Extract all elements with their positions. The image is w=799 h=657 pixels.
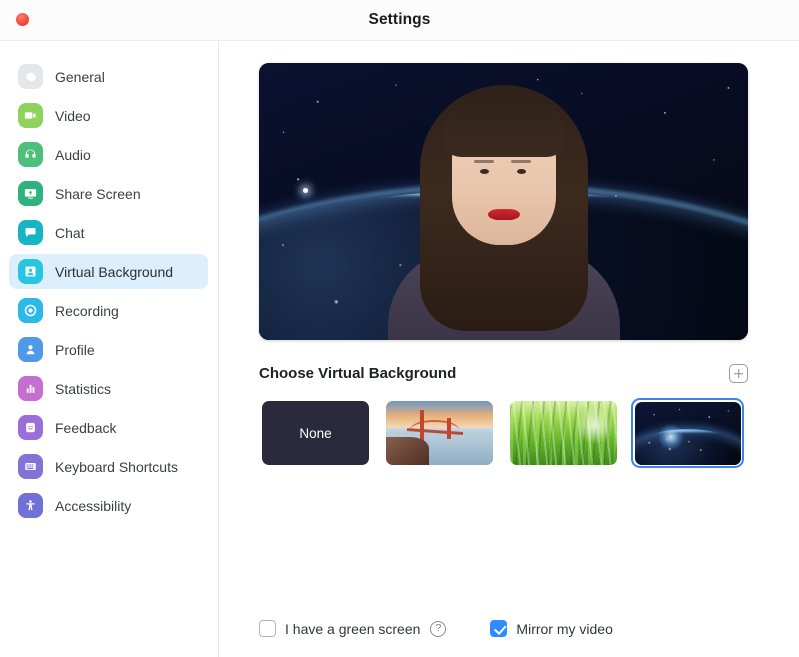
window-title-bar: Settings bbox=[0, 0, 799, 40]
eye-right bbox=[517, 169, 526, 174]
sidebar-item-share-screen[interactable]: Share Screen bbox=[9, 176, 208, 211]
hair-front bbox=[441, 99, 566, 157]
thumbnail-earth-globe bbox=[634, 429, 741, 465]
bar-chart-icon bbox=[18, 376, 43, 401]
sidebar-item-keyboard-shortcuts[interactable]: Keyboard Shortcuts bbox=[9, 449, 208, 484]
page-title: Settings bbox=[368, 11, 431, 28]
accessibility-icon bbox=[18, 493, 43, 518]
eye-left bbox=[480, 169, 489, 174]
mirror-video-checkbox[interactable] bbox=[490, 620, 508, 637]
green-screen-label: I have a green screen bbox=[285, 620, 421, 637]
thumbnail-label: None bbox=[299, 425, 332, 441]
background-option-grass[interactable] bbox=[507, 398, 620, 468]
background-option-none[interactable]: None bbox=[259, 398, 372, 468]
share-screen-icon bbox=[18, 181, 43, 206]
sidebar-item-label: Profile bbox=[55, 341, 95, 358]
sidebar-item-virtual-background[interactable]: Virtual Background bbox=[9, 254, 208, 289]
sidebar-item-label: Share Screen bbox=[55, 185, 141, 202]
add-background-button[interactable] bbox=[729, 364, 748, 383]
choose-background-header: Choose Virtual Background bbox=[259, 364, 748, 383]
sidebar-item-label: Accessibility bbox=[55, 497, 132, 514]
background-thumbnail-list: None bbox=[259, 398, 756, 468]
virtual-background-panel: Choose Virtual Background None I have a … bbox=[219, 40, 799, 657]
sidebar-item-label: Audio bbox=[55, 146, 91, 163]
help-icon[interactable]: ? bbox=[430, 620, 447, 637]
sidebar-item-video[interactable]: Video bbox=[9, 98, 208, 133]
thumbnail-golden-gate-bridge bbox=[386, 401, 493, 465]
sidebar-item-audio[interactable]: Audio bbox=[9, 137, 208, 172]
background-options-row: I have a green screen ? Mirror my video bbox=[259, 620, 613, 637]
sidebar-item-accessibility[interactable]: Accessibility bbox=[9, 488, 208, 523]
background-option-earth[interactable] bbox=[631, 398, 744, 468]
smiley-face-icon bbox=[18, 415, 43, 440]
sidebar-item-label: Feedback bbox=[55, 419, 117, 436]
sidebar-item-general[interactable]: General bbox=[9, 59, 208, 94]
bridge-cliff bbox=[386, 436, 429, 465]
settings-shell: General Video Audio Share Screen Chat Vi… bbox=[0, 40, 799, 657]
sidebar-item-recording[interactable]: Recording bbox=[9, 293, 208, 328]
bridge-tower bbox=[446, 417, 451, 440]
record-circle-icon bbox=[18, 298, 43, 323]
grass-sun-glow bbox=[576, 406, 613, 445]
mirror-video-option[interactable]: Mirror my video bbox=[490, 620, 613, 637]
eyebrow-left bbox=[474, 160, 494, 163]
virtual-background-icon bbox=[18, 259, 43, 284]
close-button[interactable] bbox=[16, 13, 29, 26]
sidebar-item-profile[interactable]: Profile bbox=[9, 332, 208, 367]
thumbnail-grass bbox=[510, 401, 617, 465]
background-option-bridge[interactable] bbox=[383, 398, 496, 468]
sidebar-item-statistics[interactable]: Statistics bbox=[9, 371, 208, 406]
person-avatar bbox=[259, 63, 748, 340]
lips bbox=[487, 209, 520, 220]
sidebar-item-label: Recording bbox=[55, 302, 119, 319]
sidebar-item-label: Virtual Background bbox=[55, 263, 174, 280]
section-title: Choose Virtual Background bbox=[259, 365, 457, 382]
sidebar-item-label: Video bbox=[55, 107, 91, 124]
sidebar-item-label: Statistics bbox=[55, 380, 112, 397]
thumbnail-none: None bbox=[262, 401, 369, 465]
sidebar-item-chat[interactable]: Chat bbox=[9, 215, 208, 250]
video-camera-icon bbox=[18, 103, 43, 128]
green-screen-checkbox[interactable] bbox=[259, 620, 276, 637]
sidebar-item-label: Chat bbox=[55, 224, 85, 241]
video-preview[interactable] bbox=[259, 63, 748, 340]
sidebar-item-feedback[interactable]: Feedback bbox=[9, 410, 208, 445]
mirror-video-label: Mirror my video bbox=[516, 620, 613, 637]
thumbnail-earth-from-space bbox=[634, 401, 741, 465]
person-icon bbox=[18, 337, 43, 362]
thumbnail-sun-flare bbox=[657, 424, 684, 451]
eyebrow-right bbox=[511, 160, 531, 163]
settings-sidebar: General Video Audio Share Screen Chat Vi… bbox=[0, 40, 219, 657]
sidebar-item-label: Keyboard Shortcuts bbox=[55, 458, 178, 475]
green-screen-option[interactable]: I have a green screen ? bbox=[259, 620, 447, 637]
chat-bubble-icon bbox=[18, 220, 43, 245]
headphones-icon bbox=[18, 142, 43, 167]
sidebar-item-label: General bbox=[55, 68, 105, 85]
keyboard-icon bbox=[18, 454, 43, 479]
gear-icon bbox=[18, 64, 43, 89]
